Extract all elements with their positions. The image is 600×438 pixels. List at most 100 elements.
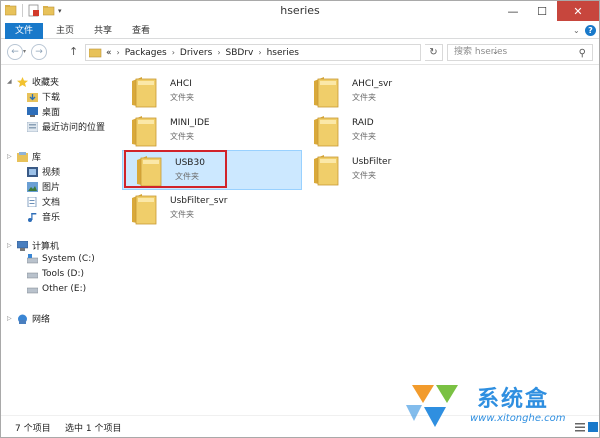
nav-item-desktop[interactable]: 桌面 — [27, 105, 60, 118]
nav-item-music[interactable]: 音乐 — [27, 210, 60, 223]
file-type: 文件夹 — [352, 93, 376, 102]
drive-icon — [27, 287, 38, 294]
file-name: AHCI — [170, 79, 192, 89]
nav-network-label: 网络 — [32, 315, 51, 325]
file-name: RAID — [352, 118, 374, 128]
breadcrumb-overflow[interactable]: « — [106, 48, 112, 58]
breadcrumb-sbdrv[interactable]: SBDrv — [226, 48, 254, 58]
search-placeholder: 搜索 hseries — [454, 47, 508, 57]
folder-icon — [314, 116, 339, 147]
breadcrumb-separator-icon[interactable]: › — [217, 48, 220, 57]
close-button[interactable]: ✕ — [557, 1, 599, 21]
nav-item-downloads[interactable]: 下载 — [27, 90, 60, 103]
nav-computer[interactable]: ▷ 计算机 — [7, 239, 59, 252]
tab-file[interactable]: 文件 — [5, 23, 43, 39]
back-button[interactable]: ← — [7, 44, 23, 60]
watermark: 系统盒 www.xitonghe.com — [404, 377, 594, 435]
up-button[interactable]: ↑ — [69, 45, 78, 58]
search-input[interactable]: 搜索 hseries ⚲ — [447, 44, 593, 61]
breadcrumb-drivers[interactable]: Drivers — [180, 48, 212, 58]
computer-icon — [17, 240, 28, 251]
download-icon — [27, 92, 38, 102]
tab-home[interactable]: 主页 — [49, 23, 81, 39]
file-type: 文件夹 — [170, 132, 194, 141]
nav-item-drive-e[interactable]: Other (E:) — [27, 284, 86, 294]
watermark-logo — [406, 385, 458, 427]
nav-item-label: Other (E:) — [42, 284, 87, 294]
folder-icon — [132, 77, 157, 108]
file-name: UsbFilter — [352, 157, 392, 167]
breadcrumb-separator-icon: › — [116, 48, 120, 57]
nav-computer-label: 计算机 — [32, 242, 60, 252]
breadcrumb-separator-icon[interactable]: › — [172, 48, 175, 57]
folder-item[interactable]: UsbFilter 文件夹 — [300, 150, 480, 190]
folder-item[interactable]: MINI_IDE 文件夹 — [118, 111, 298, 151]
highlight-annotation — [124, 150, 227, 188]
selection-count: 选中 1 个项目 — [65, 424, 122, 434]
file-type: 文件夹 — [170, 210, 194, 219]
expand-chevron-icon[interactable]: ◢ — [7, 78, 15, 85]
ribbon-tabs: 文件 主页 共享 查看 ⌄ ? — [1, 23, 599, 39]
video-icon — [27, 166, 38, 177]
file-type: 文件夹 — [352, 171, 376, 180]
expand-ribbon-icon[interactable]: ⌄ — [573, 26, 580, 35]
folder-icon — [314, 77, 339, 108]
file-name: AHCI_svr — [352, 79, 393, 89]
nav-favorites-label: 收藏夹 — [32, 78, 60, 88]
nav-item-label: 下载 — [42, 93, 61, 103]
file-name: UsbFilter_svr — [170, 196, 228, 206]
breadcrumb-hseries[interactable]: hseries — [267, 48, 299, 58]
music-icon — [28, 212, 37, 222]
search-icon[interactable]: ⚲ — [579, 46, 586, 61]
nav-libraries-label: 库 — [32, 153, 42, 163]
folder-icon — [132, 194, 157, 225]
folder-item[interactable]: AHCI_svr 文件夹 — [300, 72, 480, 112]
nav-item-label: System (C:) — [42, 254, 95, 264]
folder-item[interactable]: RAID 文件夹 — [300, 111, 480, 151]
minimize-button[interactable]: — — [499, 1, 527, 21]
navigation-pane: ◢ 收藏夹 下载 桌面 最近访问的位置 ▷ 库 视频 图片 文档 音乐 ▷ 计算… — [1, 66, 118, 414]
nav-item-label: Tools (D:) — [42, 269, 85, 279]
folder-item[interactable]: AHCI 文件夹 — [118, 72, 298, 112]
nav-item-videos[interactable]: 视频 — [27, 165, 60, 178]
navigation-bar: ← ▾ → ↑ « › Packages › Drivers › SBDrv ›… — [1, 40, 599, 65]
folder-icon — [89, 48, 102, 57]
system-drive-icon — [27, 254, 38, 264]
nav-item-label: 音乐 — [42, 213, 61, 223]
desktop-icon — [27, 106, 38, 117]
file-list: AHCI 文件夹 AHCI_svr 文件夹 MINI_IDE 文件夹 RAID … — [118, 66, 599, 414]
help-icon[interactable]: ? — [585, 25, 596, 36]
refresh-button[interactable]: ↻ — [425, 44, 443, 61]
recent-locations-dropdown[interactable]: ▾ — [23, 48, 26, 55]
nav-item-label: 最近访问的位置 — [42, 123, 106, 133]
maximize-button[interactable]: ☐ — [528, 1, 556, 21]
nav-libraries[interactable]: ▷ 库 — [7, 150, 41, 163]
nav-item-label: 桌面 — [42, 108, 61, 118]
nav-item-label: 图片 — [42, 183, 61, 193]
folder-icon — [314, 155, 339, 186]
folder-item[interactable]: UsbFilter_svr 文件夹 — [118, 189, 298, 229]
nav-favorites[interactable]: ◢ 收藏夹 — [7, 75, 59, 88]
nav-network[interactable]: ▷ 网络 — [7, 312, 50, 325]
nav-item-recent-places[interactable]: 最近访问的位置 — [27, 120, 105, 133]
recent-places-icon — [27, 121, 38, 132]
item-count: 7 个项目 — [15, 424, 51, 434]
nav-item-pictures[interactable]: 图片 — [27, 180, 60, 193]
nav-item-drive-c[interactable]: System (C:) — [27, 254, 95, 264]
forward-button[interactable]: → — [31, 44, 47, 60]
tab-share[interactable]: 共享 — [87, 23, 119, 39]
file-type: 文件夹 — [170, 93, 194, 102]
expand-chevron-icon[interactable]: ▷ — [7, 242, 15, 249]
tab-view[interactable]: 查看 — [125, 23, 157, 39]
star-icon — [17, 76, 28, 87]
nav-item-documents[interactable]: 文档 — [27, 195, 60, 208]
breadcrumb-separator-icon[interactable]: › — [258, 48, 261, 57]
watermark-brand: 系统盒 — [477, 387, 550, 412]
breadcrumb-packages[interactable]: Packages — [125, 48, 167, 58]
nav-item-drive-d[interactable]: Tools (D:) — [27, 269, 84, 279]
address-bar[interactable]: « › Packages › Drivers › SBDrv › hseries… — [85, 44, 499, 61]
network-icon — [18, 314, 27, 324]
documents-icon — [27, 196, 37, 207]
expand-chevron-icon[interactable]: ▷ — [7, 315, 15, 322]
expand-chevron-icon[interactable]: ▷ — [7, 153, 15, 160]
